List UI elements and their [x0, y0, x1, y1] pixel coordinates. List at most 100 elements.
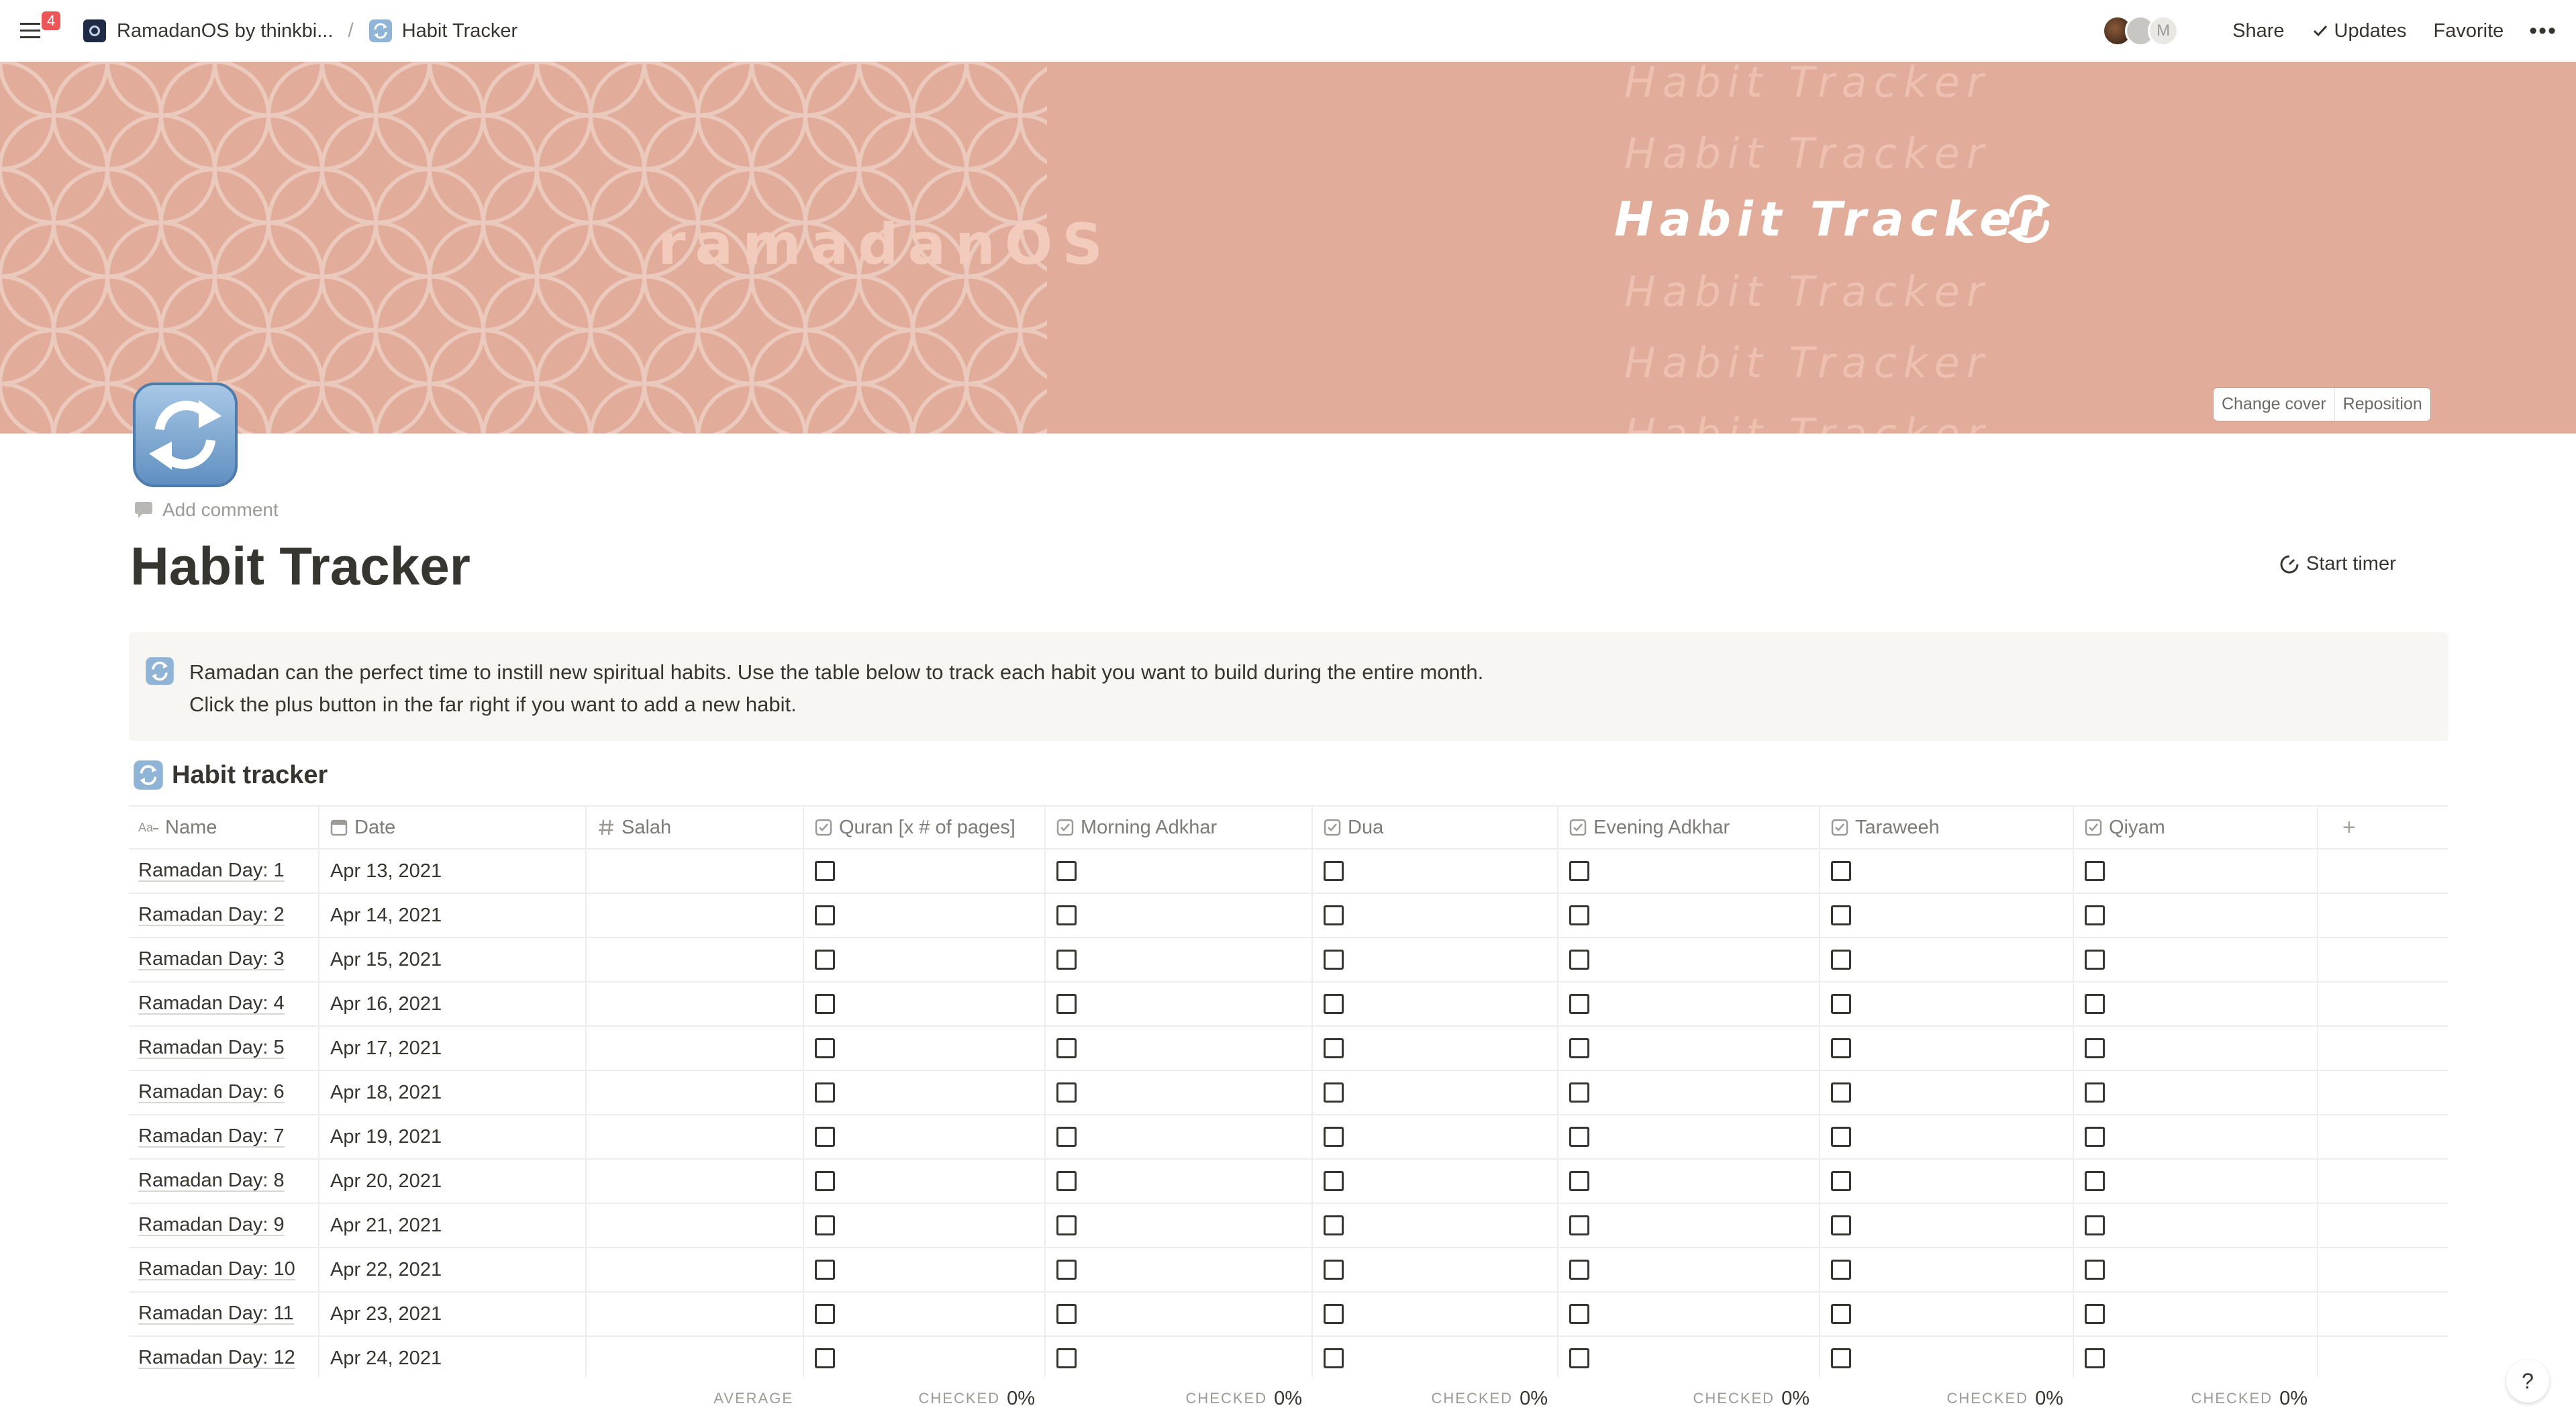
habit-checkbox[interactable] — [1569, 1127, 1589, 1147]
habit-checkbox[interactable] — [815, 1171, 835, 1191]
habit-checkbox[interactable] — [1831, 1260, 1851, 1280]
cell-date[interactable]: Apr 13, 2021 — [319, 850, 587, 893]
habit-checkbox[interactable] — [815, 1215, 835, 1235]
habit-checkbox[interactable] — [2085, 905, 2105, 925]
cell-date[interactable]: Apr 20, 2021 — [319, 1160, 587, 1203]
habit-checkbox[interactable] — [1569, 1038, 1589, 1058]
habit-checkbox[interactable] — [2085, 950, 2105, 970]
cell-name[interactable]: Ramadan Day: 12 — [129, 1337, 319, 1380]
column-header-dua[interactable]: Dua — [1313, 807, 1558, 848]
habit-checkbox[interactable] — [1324, 1038, 1344, 1058]
habit-checkbox[interactable] — [1569, 950, 1589, 970]
share-button[interactable]: Share — [2232, 20, 2284, 42]
column-header-date[interactable]: Date — [319, 807, 587, 848]
cell-name[interactable]: Ramadan Day: 6 — [129, 1071, 319, 1114]
habit-checkbox[interactable] — [2085, 861, 2105, 881]
habit-checkbox[interactable] — [1569, 1082, 1589, 1103]
table-row[interactable]: Ramadan Day: 5 Apr 17, 2021 — [129, 1027, 2448, 1071]
table-row[interactable]: Ramadan Day: 10 Apr 22, 2021 — [129, 1248, 2448, 1292]
footer-checked[interactable]: CHECKED 0% — [1558, 1388, 1820, 1410]
table-row[interactable]: Ramadan Day: 1 Apr 13, 2021 — [129, 850, 2448, 894]
habit-checkbox[interactable] — [1324, 1304, 1344, 1324]
table-row[interactable]: Ramadan Day: 9 Apr 21, 2021 — [129, 1204, 2448, 1248]
cell-salah[interactable] — [587, 1071, 804, 1114]
habit-checkbox[interactable] — [2085, 1127, 2105, 1147]
habit-checkbox[interactable] — [2085, 994, 2105, 1014]
footer-checked[interactable]: CHECKED 0% — [1820, 1388, 2074, 1410]
collaborator-avatars[interactable]: M — [2102, 15, 2179, 46]
habit-checkbox[interactable] — [2085, 1215, 2105, 1235]
cell-name[interactable]: Ramadan Day: 5 — [129, 1027, 319, 1070]
habit-checkbox[interactable] — [1056, 1127, 1077, 1147]
footer-checked[interactable]: CHECKED 0% — [2074, 1388, 2318, 1410]
cell-salah[interactable] — [587, 1115, 804, 1158]
habit-checkbox[interactable] — [1056, 1082, 1077, 1103]
habit-checkbox[interactable] — [1324, 1215, 1344, 1235]
cell-salah[interactable] — [587, 850, 804, 893]
habit-checkbox[interactable] — [1569, 905, 1589, 925]
habit-checkbox[interactable] — [1056, 1304, 1077, 1324]
habit-checkbox[interactable] — [2085, 1171, 2105, 1191]
habit-checkbox[interactable] — [1324, 950, 1344, 970]
habit-checkbox[interactable] — [1831, 861, 1851, 881]
help-button[interactable]: ? — [2506, 1360, 2549, 1403]
habit-checkbox[interactable] — [1324, 1082, 1344, 1103]
cell-salah[interactable] — [587, 1292, 804, 1335]
cell-date[interactable]: Apr 14, 2021 — [319, 894, 587, 937]
cell-salah[interactable] — [587, 982, 804, 1025]
habit-checkbox[interactable] — [1056, 1171, 1077, 1191]
cell-name[interactable]: Ramadan Day: 3 — [129, 938, 319, 981]
cell-name[interactable]: Ramadan Day: 4 — [129, 982, 319, 1025]
habit-checkbox[interactable] — [1569, 1348, 1589, 1368]
habit-checkbox[interactable] — [1056, 1038, 1077, 1058]
cell-date[interactable]: Apr 16, 2021 — [319, 982, 587, 1025]
habit-checkbox[interactable] — [1569, 1260, 1589, 1280]
cell-name[interactable]: Ramadan Day: 7 — [129, 1115, 319, 1158]
breadcrumb-workspace[interactable]: RamadanOS by thinkbi... — [117, 20, 333, 42]
habit-checkbox[interactable] — [815, 1348, 835, 1368]
habit-checkbox[interactable] — [1831, 1215, 1851, 1235]
table-row[interactable]: Ramadan Day: 8 Apr 20, 2021 — [129, 1160, 2448, 1204]
cell-salah[interactable] — [587, 1160, 804, 1203]
habit-checkbox[interactable] — [1831, 1171, 1851, 1191]
habit-checkbox[interactable] — [1569, 994, 1589, 1014]
habit-checkbox[interactable] — [2085, 1082, 2105, 1103]
table-row[interactable]: Ramadan Day: 3 Apr 15, 2021 — [129, 938, 2448, 982]
column-header-qiyam[interactable]: Qiyam — [2074, 807, 2318, 848]
add-column-button[interactable]: + — [2318, 807, 2448, 848]
cell-name[interactable]: Ramadan Day: 10 — [129, 1248, 319, 1291]
habit-checkbox[interactable] — [1831, 1038, 1851, 1058]
footer-checked[interactable]: CHECKED 0% — [1313, 1388, 1558, 1410]
column-header-morning-adkhar[interactable]: Morning Adkhar — [1046, 807, 1313, 848]
habit-checkbox[interactable] — [1831, 950, 1851, 970]
habit-checkbox[interactable] — [815, 950, 835, 970]
habit-checkbox[interactable] — [1569, 1215, 1589, 1235]
habit-checkbox[interactable] — [1056, 1260, 1077, 1280]
cell-name[interactable]: Ramadan Day: 9 — [129, 1204, 319, 1247]
habit-checkbox[interactable] — [815, 1082, 835, 1103]
cell-salah[interactable] — [587, 1027, 804, 1070]
habit-checkbox[interactable] — [2085, 1260, 2105, 1280]
favorite-button[interactable]: Favorite — [2434, 20, 2504, 42]
table-row[interactable]: Ramadan Day: 4 Apr 16, 2021 — [129, 982, 2448, 1027]
column-header-evening-adkhar[interactable]: Evening Adkhar — [1558, 807, 1820, 848]
habit-checkbox[interactable] — [1831, 1082, 1851, 1103]
breadcrumb-page[interactable]: Habit Tracker — [402, 20, 517, 42]
habit-checkbox[interactable] — [815, 1304, 835, 1324]
cell-date[interactable]: Apr 15, 2021 — [319, 938, 587, 981]
table-row[interactable]: Ramadan Day: 2 Apr 14, 2021 — [129, 894, 2448, 938]
habit-checkbox[interactable] — [815, 1260, 835, 1280]
footer-average[interactable]: AVERAGE — [587, 1390, 804, 1407]
column-header-name[interactable]: Aa Name — [129, 807, 319, 848]
updates-button[interactable]: Updates — [2312, 20, 2407, 42]
habit-checkbox[interactable] — [1324, 1127, 1344, 1147]
habit-checkbox[interactable] — [1056, 1348, 1077, 1368]
footer-checked[interactable]: CHECKED 0% — [804, 1388, 1046, 1410]
reposition-button[interactable]: Reposition — [2334, 388, 2430, 421]
page-cycle-emoji-icon[interactable] — [132, 381, 239, 489]
cell-salah[interactable] — [587, 1337, 804, 1380]
habit-checkbox[interactable] — [1056, 1215, 1077, 1235]
table-row[interactable]: Ramadan Day: 12 Apr 24, 2021 — [129, 1337, 2448, 1381]
change-cover-button[interactable]: Change cover — [2214, 388, 2334, 421]
add-comment-button[interactable]: Add comment — [134, 499, 279, 521]
